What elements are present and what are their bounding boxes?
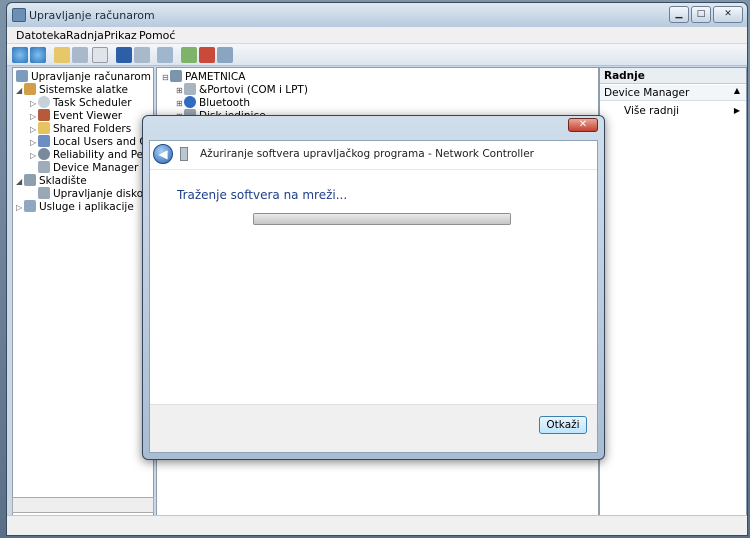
- menu-radnja[interactable]: Radnja: [66, 29, 104, 42]
- status-bar: [7, 515, 747, 535]
- collapse-arrow-icon[interactable]: ▲: [734, 86, 740, 95]
- clock-icon: [38, 96, 50, 108]
- reliability-icon: [38, 148, 50, 160]
- menu-datoteka[interactable]: Datoteka: [16, 29, 66, 42]
- scan-hardware-icon[interactable]: [157, 47, 173, 63]
- toolbar: [7, 44, 747, 66]
- properties-icon[interactable]: [92, 47, 108, 63]
- progress-bar: [253, 213, 511, 225]
- device-manager-icon: [38, 161, 50, 173]
- more-actions-link[interactable]: Više radnji ▶: [624, 105, 746, 119]
- maximize-button[interactable]: □: [691, 6, 711, 23]
- dialog-title: Ažuriranje softvera upravljačkog program…: [200, 148, 534, 160]
- submenu-arrow-icon: ▶: [733, 106, 740, 115]
- dialog-footer: Otkaži: [150, 404, 597, 452]
- searching-heading: Traženje softvera na mreži...: [177, 188, 348, 202]
- tree-item[interactable]: ▷ Shared Folders: [30, 122, 131, 135]
- up-folder-icon[interactable]: [54, 47, 70, 63]
- bluetooth-icon: [184, 96, 196, 108]
- tree-item[interactable]: ▷Local Users and Group: [30, 135, 153, 148]
- computer-icon: [16, 70, 28, 82]
- action-pane-icon[interactable]: [134, 47, 150, 63]
- cancel-button[interactable]: Otkaži: [539, 416, 587, 434]
- device-root[interactable]: ⊟ PAMETNICA: [162, 70, 245, 83]
- help-icon[interactable]: [116, 47, 132, 63]
- back-arrow-icon[interactable]: [12, 47, 28, 63]
- tree-item[interactable]: Upravljanje računarom (lokalni: [16, 70, 153, 83]
- uninstall-icon[interactable]: [199, 47, 215, 63]
- tree-item-device-manager[interactable]: Device Manager: [38, 161, 138, 174]
- update-driver-icon[interactable]: [181, 47, 197, 63]
- tree-item[interactable]: ▷ Event Viewer: [30, 109, 122, 122]
- dialog-content: Traženje softvera na mreži...: [150, 169, 597, 404]
- expander-icon[interactable]: ◢: [16, 175, 24, 188]
- port-icon: [184, 83, 196, 95]
- disk-icon: [38, 187, 50, 199]
- actions-header: Radnje: [600, 68, 746, 84]
- show-tree-icon[interactable]: [72, 47, 88, 63]
- tools-icon: [24, 83, 36, 95]
- dialog-close-button[interactable]: ✕: [568, 118, 598, 132]
- forward-arrow-icon[interactable]: [30, 47, 46, 63]
- dialog-body: ◀ Ažuriranje softvera upravljačkog progr…: [149, 140, 598, 453]
- computer-management-icon: [12, 8, 26, 22]
- menu-pomoc[interactable]: Pomoć: [139, 29, 175, 42]
- close-button[interactable]: ✕: [713, 6, 743, 23]
- expander-icon[interactable]: ◢: [16, 84, 24, 97]
- horizontal-scrollbar[interactable]: [12, 497, 154, 513]
- tree-item[interactable]: Upravljanje diskovima: [38, 187, 153, 200]
- tree-item[interactable]: ◢ Skladište: [16, 174, 87, 187]
- enable-device-icon[interactable]: [217, 47, 233, 63]
- title-bar[interactable]: Upravljanje računarom ▁ □ ✕: [7, 3, 747, 27]
- tree-item[interactable]: ▷Reliability and Perform: [30, 148, 153, 162]
- device-category[interactable]: ⊞ Bluetooth: [176, 96, 250, 109]
- window-title: Upravljanje računarom: [29, 9, 155, 22]
- device-category[interactable]: ⊞ &Portovi (COM i LPT): [176, 83, 308, 96]
- minimize-button[interactable]: ▁: [669, 6, 689, 23]
- services-icon: [24, 200, 36, 212]
- collapse-icon[interactable]: ⊟: [162, 71, 170, 84]
- network-card-icon: [180, 147, 188, 161]
- expander-icon[interactable]: ▷: [16, 201, 24, 214]
- tree-item[interactable]: ▷ Usluge i aplikacije: [16, 200, 134, 213]
- actions-section[interactable]: Device Manager ▲: [600, 85, 746, 101]
- storage-icon: [24, 174, 36, 186]
- progress-fill: [254, 214, 510, 224]
- update-driver-dialog: ✕ ◀ Ažuriranje softvera upravljačkog pro…: [142, 115, 605, 460]
- expander-icon[interactable]: ▷: [30, 149, 38, 162]
- users-icon: [38, 135, 50, 147]
- back-arrow-icon[interactable]: ◀: [153, 144, 173, 164]
- tree-item[interactable]: ◢ Sistemske alatke: [16, 83, 128, 96]
- tree-item[interactable]: ▷ Task Scheduler: [30, 96, 132, 109]
- menu-prikaz[interactable]: Prikaz: [104, 29, 137, 42]
- menu-bar: Datoteka Radnja Prikaz Pomoć: [7, 27, 747, 44]
- computer-icon: [170, 70, 182, 82]
- actions-pane: Radnje Device Manager ▲ Više radnji ▶: [599, 67, 747, 519]
- event-viewer-icon: [38, 109, 50, 121]
- shared-folder-icon: [38, 122, 50, 134]
- console-tree: Upravljanje računarom (lokalni ◢Sistemsk…: [12, 67, 154, 519]
